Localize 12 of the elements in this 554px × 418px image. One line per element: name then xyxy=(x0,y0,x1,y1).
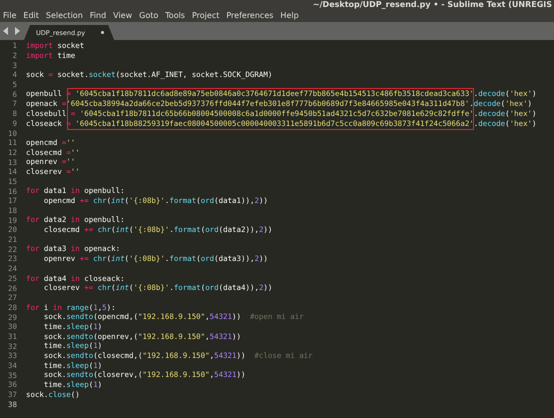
menu-item[interactable]: Help xyxy=(277,9,303,22)
menu-item[interactable]: Preferences xyxy=(223,9,278,22)
navigation-arrows-icon[interactable] xyxy=(2,27,22,35)
menu-item[interactable]: File xyxy=(0,9,20,22)
window-title: ~/Desktop/UDP_resend.py • - Sublime Text (UNREGIS xyxy=(312,0,553,9)
menu-item[interactable]: Goto xyxy=(136,9,162,22)
menu-item[interactable]: Edit xyxy=(20,9,43,22)
menu-item[interactable]: Project xyxy=(188,9,224,22)
menu-item[interactable]: Tools xyxy=(162,9,189,22)
menu-item[interactable]: Selection xyxy=(42,9,87,22)
menu-item[interactable]: View xyxy=(110,9,136,22)
menu-item[interactable]: Find xyxy=(86,9,110,22)
